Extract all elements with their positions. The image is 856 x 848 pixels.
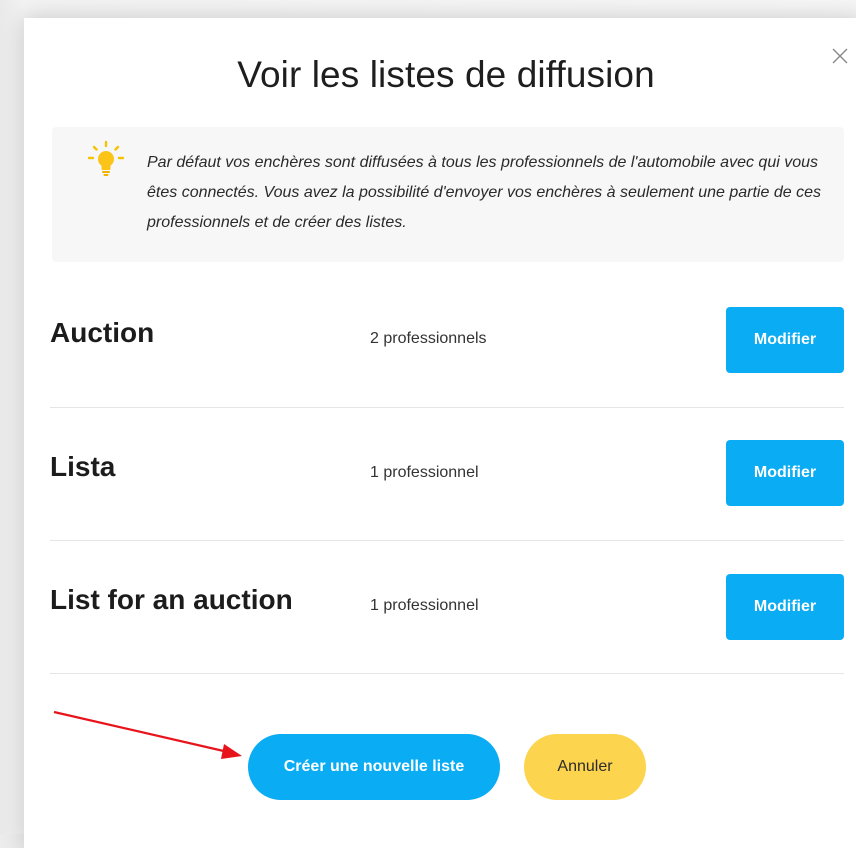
list-count: 1 professionnel bbox=[370, 464, 479, 481]
list-row: Lista 1 professionnel Modifier bbox=[50, 440, 844, 572]
modify-list-button[interactable]: Modifier bbox=[726, 307, 844, 373]
info-text: Par défaut vos enchères sont diffusées à… bbox=[147, 154, 821, 231]
list-divider bbox=[50, 407, 844, 408]
lightbulb-icon bbox=[87, 140, 125, 176]
list-divider bbox=[50, 673, 844, 674]
dialog-title: Voir les listes de diffusion bbox=[237, 54, 655, 95]
list-count: 2 professionnels bbox=[370, 330, 487, 347]
list-name: Auction bbox=[50, 317, 155, 348]
list-row: List for an auction 1 professionnel Modi… bbox=[50, 574, 844, 706]
list-name: Lista bbox=[50, 451, 116, 482]
modify-list-button[interactable]: Modifier bbox=[726, 440, 844, 506]
cancel-button[interactable]: Annuler bbox=[524, 734, 646, 800]
list-count: 1 professionnel bbox=[370, 597, 479, 614]
modify-list-button[interactable]: Modifier bbox=[726, 574, 844, 640]
list-divider bbox=[50, 540, 844, 541]
create-list-button[interactable]: Créer une nouvelle liste bbox=[248, 734, 500, 800]
list-name: List for an auction bbox=[50, 584, 293, 615]
list-row: Auction 2 professionnels Modifier bbox=[50, 307, 844, 439]
